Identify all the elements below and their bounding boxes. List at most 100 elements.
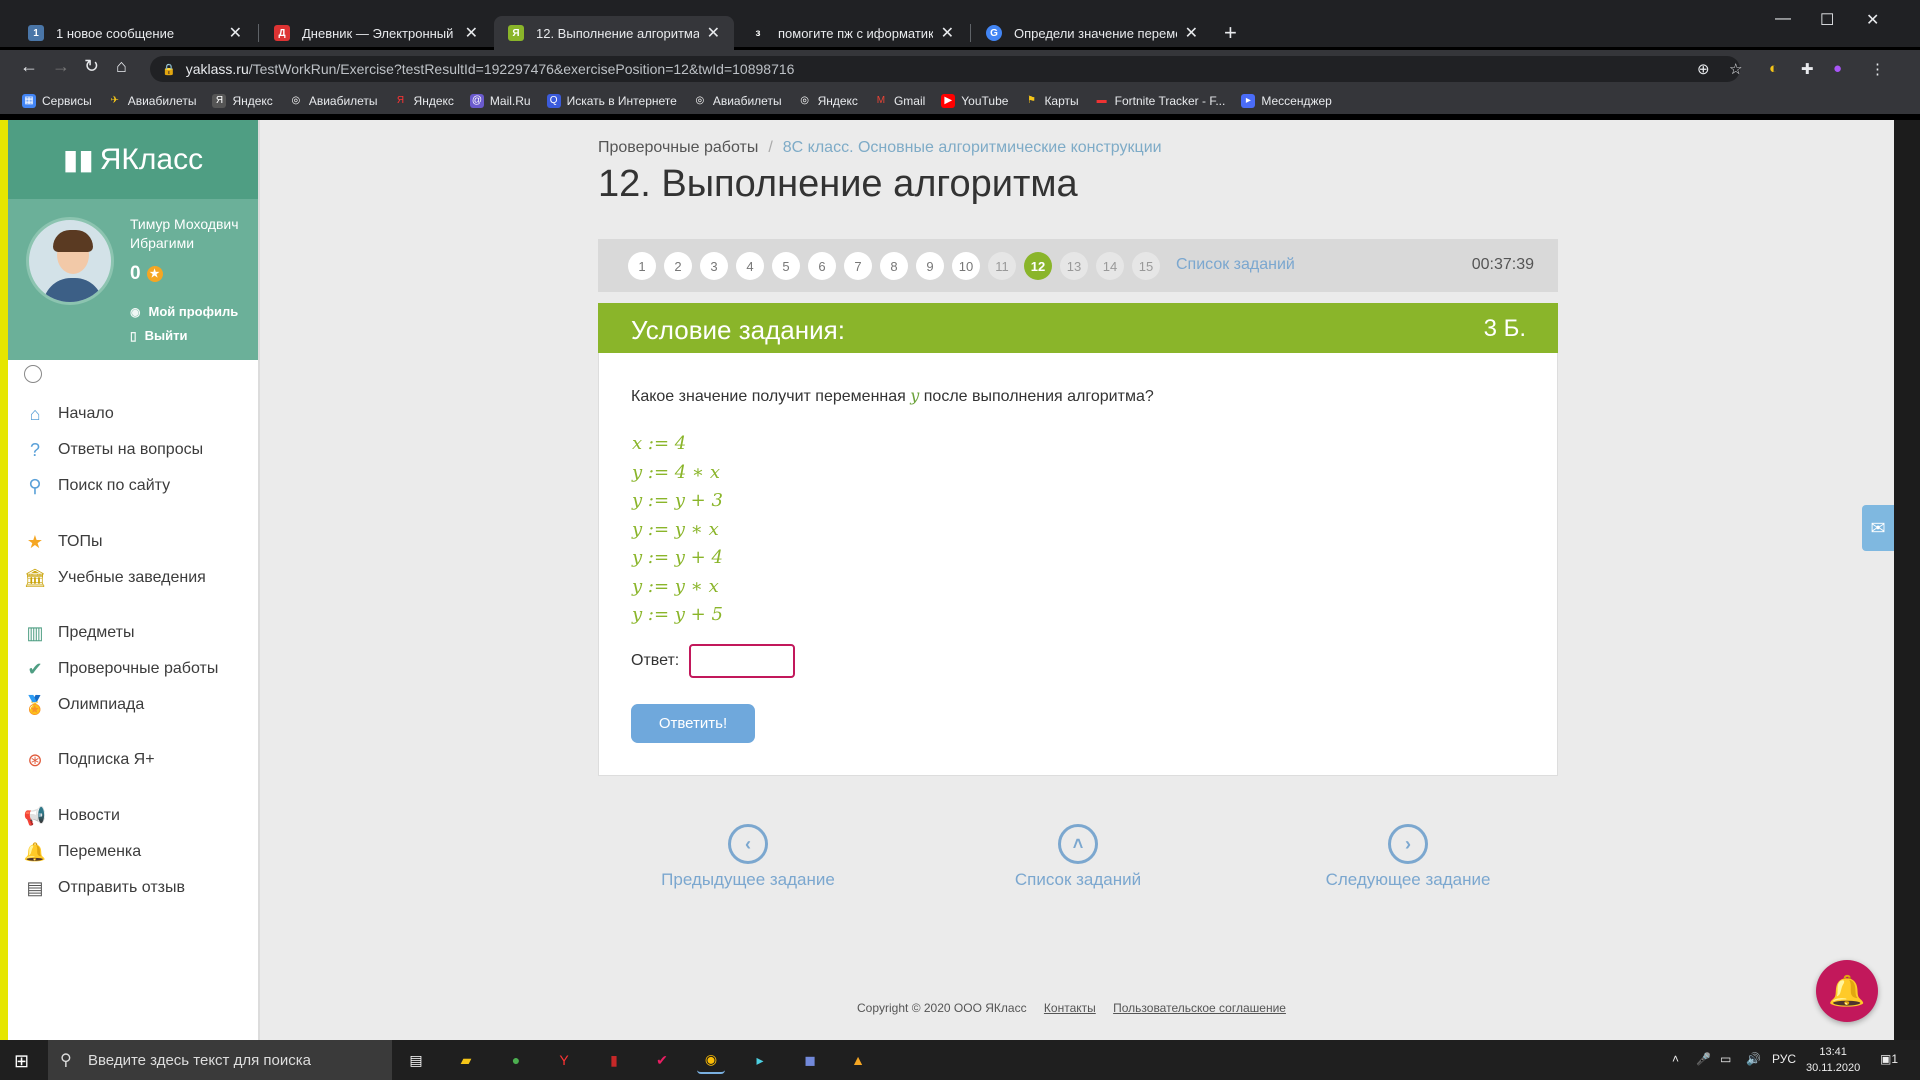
microphone-icon[interactable]: 🎤: [1696, 1052, 1711, 1066]
os-search-box[interactable]: ⚲ Введите здесь текст для поиска: [48, 1040, 392, 1080]
bookmark-item[interactable]: ▶ YouTube: [941, 94, 1008, 108]
task-number-5[interactable]: 5: [772, 252, 800, 280]
bookmark-item[interactable]: Я Яндекс: [394, 94, 454, 108]
clock[interactable]: 13:41 30.11.2020: [1806, 1044, 1860, 1076]
contacts-link[interactable]: Контакты: [1044, 1001, 1096, 1015]
utorrent-icon[interactable]: ●: [502, 1046, 530, 1074]
mail-icon[interactable]: ✉: [1862, 505, 1894, 551]
volume-icon[interactable]: 🔊: [1746, 1052, 1761, 1066]
next-task-link[interactable]: › Следующее задание: [1320, 824, 1496, 890]
home-icon[interactable]: ⌂: [116, 56, 127, 77]
task-number-12-current[interactable]: 12: [1024, 252, 1052, 280]
app-icon[interactable]: ✔: [648, 1046, 676, 1074]
browser-tab[interactable]: 1 1 новое сообщение ✕: [14, 16, 256, 50]
task-list-link[interactable]: Список заданий: [1176, 256, 1295, 274]
game-icon[interactable]: ▲: [844, 1046, 872, 1074]
windows-start-icon[interactable]: ⊞: [14, 1051, 29, 1072]
sidebar-item-tests[interactable]: ✔ Проверочные работы: [24, 658, 218, 680]
bookmark-item[interactable]: ◎ Авиабилеты: [289, 94, 377, 108]
sidebar-item-news[interactable]: 📢 Новости: [24, 805, 120, 827]
sidebar-item-subscription[interactable]: ⊛ Подписка Я+: [24, 749, 154, 771]
install-icon[interactable]: ⊕: [1697, 60, 1710, 78]
close-tab-icon[interactable]: ✕: [229, 23, 242, 43]
notification-center-icon[interactable]: ▣1: [1880, 1052, 1898, 1066]
close-tab-icon[interactable]: ✕: [465, 23, 478, 43]
bookmark-item[interactable]: ⚑ Карты: [1024, 94, 1079, 108]
profile-link[interactable]: ◉ Мой профиль: [130, 304, 238, 319]
bookmark-item[interactable]: ◎ Яндекс: [798, 94, 858, 108]
bookmark-item[interactable]: Q Искать в Интернете: [546, 94, 677, 108]
back-icon[interactable]: ←: [20, 56, 38, 77]
close-tab-icon[interactable]: ✕: [1185, 23, 1198, 43]
bookmark-item[interactable]: @ Mail.Ru: [469, 94, 531, 108]
address-bar[interactable]: 🔒 yaklass.ru/TestWorkRun/Exercise?testRe…: [150, 56, 1740, 82]
breadcrumb-root[interactable]: Проверочные работы: [598, 139, 758, 156]
task-number-6[interactable]: 6: [808, 252, 836, 280]
task-number-15[interactable]: 15: [1132, 252, 1160, 280]
forward-icon[interactable]: →: [52, 56, 70, 77]
bookmark-item[interactable]: ▦ Сервисы: [22, 94, 92, 108]
language-indicator[interactable]: РУС: [1772, 1052, 1796, 1066]
task-number-8[interactable]: 8: [880, 252, 908, 280]
task-list-bottom-link[interactable]: ˄ Список заданий: [1000, 824, 1156, 890]
task-number-7[interactable]: 7: [844, 252, 872, 280]
task-number-9[interactable]: 9: [916, 252, 944, 280]
file-explorer-icon[interactable]: ▰: [452, 1046, 480, 1074]
task-number-2[interactable]: 2: [664, 252, 692, 280]
sidebar-item-home[interactable]: ⌂ Начало: [24, 403, 114, 425]
sidebar-item-feedback[interactable]: ▤ Отправить отзыв: [24, 877, 185, 899]
task-number-1[interactable]: 1: [628, 252, 656, 280]
profile-icon[interactable]: ●: [1833, 60, 1842, 77]
notification-bell-icon[interactable]: 🔔: [1816, 960, 1878, 1022]
task-number-4[interactable]: 4: [736, 252, 764, 280]
bookmark-item[interactable]: ◎ Авиабилеты: [693, 94, 781, 108]
close-tab-icon[interactable]: ✕: [707, 23, 720, 43]
yandex-browser-icon[interactable]: Y: [550, 1046, 578, 1074]
sidebar-item-break[interactable]: 🔔 Переменка: [24, 841, 141, 863]
menu-dots-icon[interactable]: ⋮: [1870, 60, 1885, 78]
close-tab-icon[interactable]: ✕: [941, 23, 954, 43]
bookmark-item[interactable]: Я Яндекс: [212, 94, 273, 108]
sidebar-item-schools[interactable]: 🏛 Учебные заведения: [24, 567, 206, 589]
app-icon[interactable]: ▮: [600, 1046, 628, 1074]
bookmark-star-icon[interactable]: ☆: [1729, 60, 1742, 78]
browser-tab[interactable]: Д Дневник — Электронный журнал ✕: [260, 16, 492, 50]
task-number-14[interactable]: 14: [1096, 252, 1124, 280]
agreement-link[interactable]: Пользовательское соглашение: [1113, 1001, 1286, 1015]
task-number-13[interactable]: 13: [1060, 252, 1088, 280]
prev-task-link[interactable]: ‹ Предыдущее задание: [660, 824, 836, 890]
breadcrumb-current[interactable]: 8С класс. Основные алгоритмические конст…: [783, 139, 1162, 156]
network-icon[interactable]: ▭: [1720, 1052, 1731, 1066]
sidebar-item-subjects[interactable]: ▥ Предметы: [24, 622, 134, 644]
sidebar-item-tops[interactable]: ★ ТОПы: [24, 531, 103, 553]
new-tab-icon[interactable]: +: [1224, 20, 1237, 46]
browser-tab[interactable]: з помогите пж с иформатикой - Зн ✕: [736, 16, 968, 50]
bookmark-item[interactable]: ▸ Мессенджер: [1241, 94, 1332, 108]
discord-icon[interactable]: ◼: [796, 1046, 824, 1074]
chrome-icon[interactable]: ◉: [697, 1046, 725, 1074]
logout-link[interactable]: ▯ Выйти: [130, 328, 187, 343]
extension-icon[interactable]: ◐: [1769, 60, 1778, 77]
extensions-puzzle-icon[interactable]: ✚: [1801, 60, 1814, 78]
maximize-icon[interactable]: ☐: [1820, 10, 1834, 30]
task-number-10[interactable]: 10: [952, 252, 980, 280]
task-view-icon[interactable]: ▤: [402, 1046, 430, 1074]
reload-icon[interactable]: ↻: [84, 56, 99, 77]
sidebar-item-search[interactable]: ⚲ Поиск по сайту: [24, 475, 170, 497]
browser-tab-active[interactable]: Я 12. Выполнение алгоритма ✕: [494, 16, 734, 50]
site-logo[interactable]: ▮▮ ЯКласс: [8, 120, 258, 199]
bookmark-item[interactable]: M Gmail: [874, 94, 926, 108]
task-number-11[interactable]: 11: [988, 252, 1016, 280]
bookmark-item[interactable]: ✈ Авиабилеты: [108, 94, 197, 108]
tray-chevron-icon[interactable]: ˄: [1672, 1052, 1679, 1066]
task-number-3[interactable]: 3: [700, 252, 728, 280]
bookmark-item[interactable]: ▬ Fortnite Tracker - F...: [1095, 94, 1226, 108]
sidebar-item-answers[interactable]: ? Ответы на вопросы: [24, 439, 203, 461]
avatar[interactable]: [26, 217, 114, 305]
submit-answer-button[interactable]: Ответить!: [631, 704, 755, 743]
close-window-icon[interactable]: ✕: [1866, 10, 1879, 30]
app-icon[interactable]: ▸: [746, 1046, 774, 1074]
sidebar-item-olympiad[interactable]: 🏅 Олимпиада: [24, 694, 144, 716]
answer-input[interactable]: [689, 644, 795, 678]
browser-tab[interactable]: G Определи значение переменной ✕: [972, 16, 1212, 50]
